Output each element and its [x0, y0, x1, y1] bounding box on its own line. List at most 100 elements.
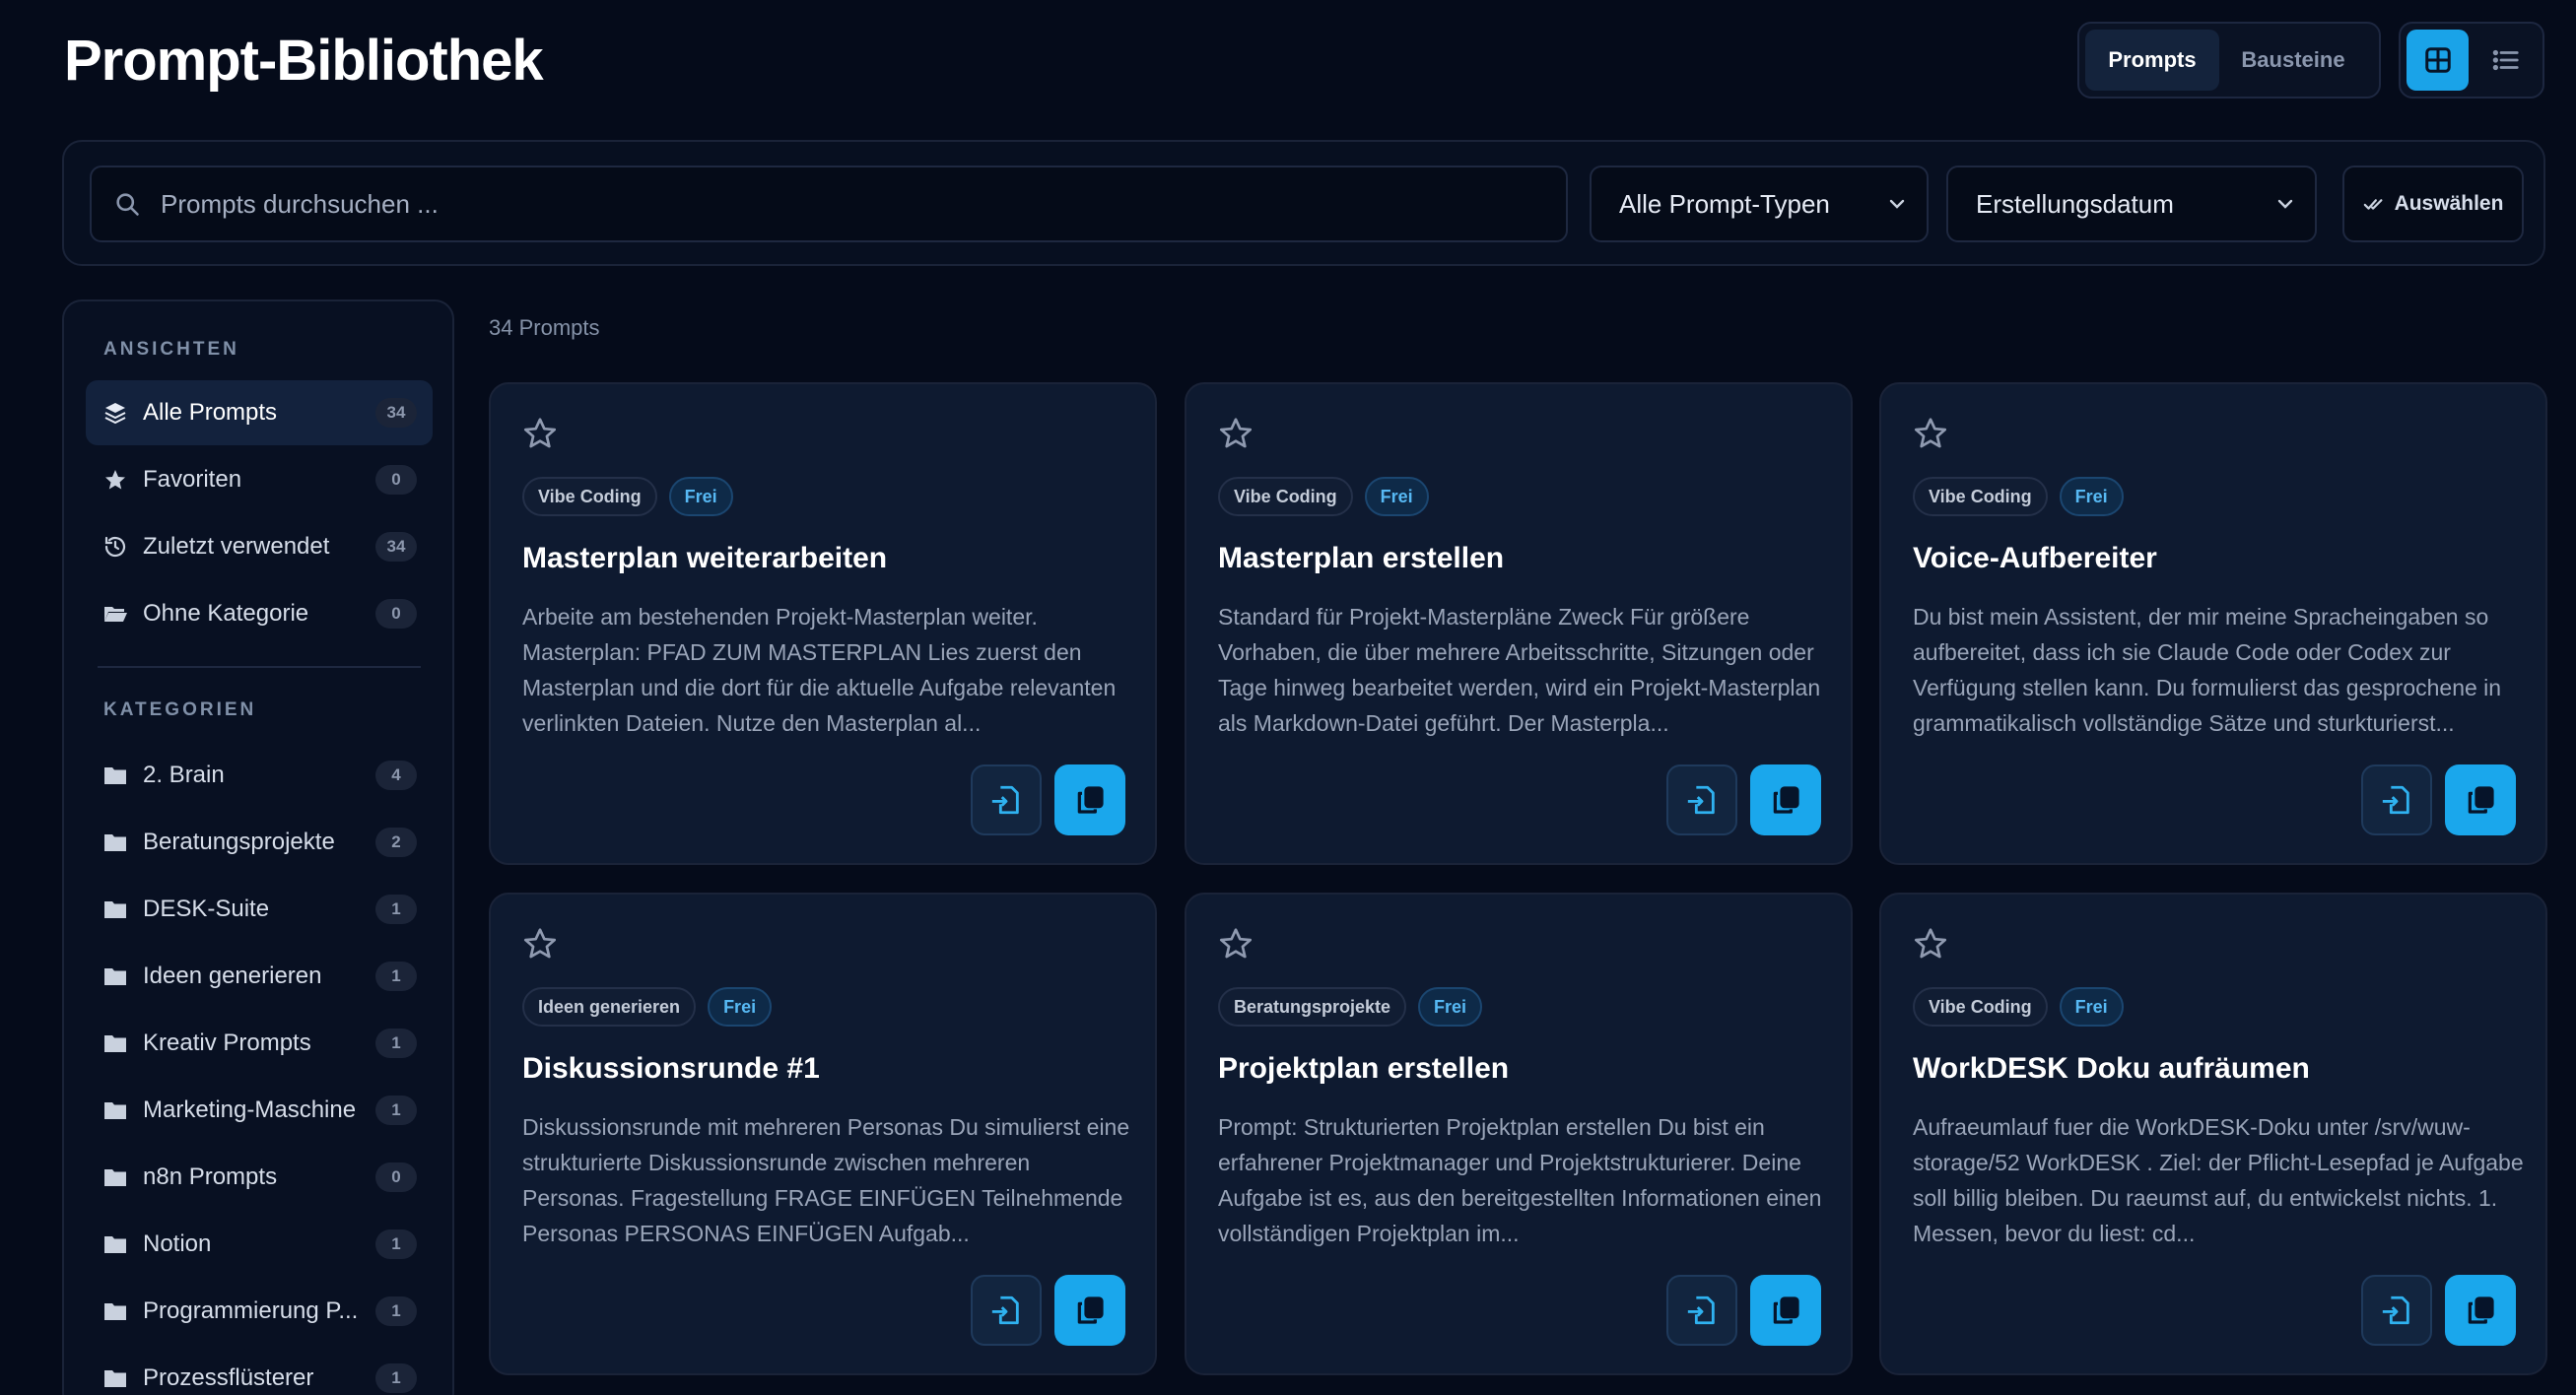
sidebar-item-favoriten[interactable]: Favoriten 0	[86, 447, 433, 512]
history-icon	[102, 533, 129, 561]
count-badge: 2	[375, 828, 417, 857]
folder-icon	[102, 963, 129, 990]
star-outline-icon[interactable]	[522, 416, 558, 451]
sidebar-divider	[98, 666, 421, 668]
search-input[interactable]	[161, 174, 1566, 233]
star-outline-icon[interactable]	[1218, 926, 1254, 962]
star-outline-icon[interactable]	[1218, 416, 1254, 451]
card-title: Masterplan weiterarbeiten	[522, 542, 888, 574]
insert-button[interactable]	[2361, 764, 2432, 835]
sidebar-item-label: Prozessflüsterer	[143, 1364, 314, 1391]
sidebar-item-label: Kreativ Prompts	[143, 1030, 311, 1056]
layers-icon	[102, 399, 129, 427]
sidebar-item-label: Programmierung P...	[143, 1297, 359, 1324]
sidebar-category-item[interactable]: 2. Brain 4	[86, 743, 433, 808]
count-badge: 1	[375, 1363, 417, 1393]
chevron-down-icon	[1889, 199, 1905, 209]
sidebar-item-label: n8n Prompts	[143, 1163, 278, 1190]
copy-icon	[1077, 786, 1104, 814]
star-outline-icon[interactable]	[1913, 926, 1948, 962]
sidebar-category-item[interactable]: DESK-Suite 1	[86, 877, 433, 942]
sort-select[interactable]: Erstellungsdatum	[1946, 166, 2317, 242]
folder-icon	[102, 1230, 129, 1258]
copy-button[interactable]	[1054, 1275, 1125, 1346]
sidebar-item-label: Marketing-Maschine	[143, 1096, 357, 1123]
file-import-icon	[991, 1295, 1019, 1325]
insert-button[interactable]	[971, 1275, 1042, 1346]
sidebar-category-item[interactable]: Notion 1	[86, 1212, 433, 1277]
insert-button[interactable]	[1666, 764, 1737, 835]
count-badge: 1	[375, 1029, 417, 1058]
tier-tag: Frei	[1364, 477, 1429, 516]
mode-tab-bausteine[interactable]: Bausteine	[2219, 30, 2367, 91]
copy-button[interactable]	[2445, 764, 2516, 835]
sidebar-item-label: Notion	[143, 1230, 212, 1257]
select-mode-button[interactable]: Auswählen	[2342, 166, 2524, 242]
count-badge: 4	[375, 761, 417, 790]
copy-button[interactable]	[1750, 764, 1821, 835]
sidebar-category-item[interactable]: Kreativ Prompts 1	[86, 1011, 433, 1076]
tier-tag: Frei	[668, 477, 733, 516]
prompt-count: 34 Prompts	[489, 315, 600, 340]
folder-icon	[102, 1030, 129, 1057]
sidebar-item-label: DESK-Suite	[143, 896, 270, 922]
prompt-card[interactable]: Vibe Coding Frei Masterplan weiterarbeit…	[489, 382, 1157, 865]
sidebar-category-item[interactable]: Beratungsprojekte 2	[86, 810, 433, 875]
sidebar-category-item[interactable]: Ideen generieren 1	[86, 944, 433, 1009]
sidebar-category-item[interactable]: Prozessflüsterer 1	[86, 1346, 433, 1395]
tag-row: Vibe Coding Frei	[522, 477, 733, 516]
copy-icon	[1077, 1296, 1104, 1324]
sidebar-item-ohne-kategorie[interactable]: Ohne Kategorie 0	[86, 581, 433, 646]
prompt-card[interactable]: Ideen generieren Frei Diskussionsrunde #…	[489, 893, 1157, 1375]
count-badge: 0	[375, 599, 417, 629]
copy-button[interactable]	[2445, 1275, 2516, 1346]
category-tag: Vibe Coding	[1218, 477, 1353, 516]
sidebar-category-item[interactable]: Marketing-Maschine 1	[86, 1078, 433, 1143]
sidebar-category-item[interactable]: n8n Prompts 0	[86, 1145, 433, 1210]
page-title: Prompt-Bibliothek	[64, 29, 544, 93]
mode-tab-prompts[interactable]: Prompts	[2085, 30, 2219, 91]
categories-heading: KATEGORIEN	[103, 699, 257, 720]
insert-button[interactable]	[971, 764, 1042, 835]
prompt-card[interactable]: Vibe Coding Frei Voice-Aufbereiter Du bi…	[1879, 382, 2547, 865]
sidebar-item-label: Alle Prompts	[143, 399, 278, 426]
views-heading: ANSICHTEN	[103, 339, 239, 360]
prompt-card[interactable]: Beratungsprojekte Frei Projektplan erste…	[1185, 893, 1853, 1375]
copy-icon	[1773, 786, 1799, 814]
count-badge: 1	[375, 895, 417, 924]
star-outline-icon[interactable]	[1913, 416, 1948, 451]
prompt-card[interactable]: Vibe Coding Frei Masterplan erstellen St…	[1185, 382, 1853, 865]
file-import-icon	[991, 785, 1019, 815]
grid-view-button[interactable]	[2407, 30, 2469, 91]
tier-tag: Frei	[2059, 987, 2124, 1027]
card-description: Arbeite am bestehenden Projekt-Masterpla…	[522, 604, 1117, 736]
tag-row: Ideen generieren Frei	[522, 987, 773, 1027]
list-view-button[interactable]	[2474, 30, 2537, 91]
count-badge: 0	[375, 465, 417, 495]
prompt-type-value: Alle Prompt-Typen	[1619, 188, 1830, 219]
card-title: Diskussionsrunde #1	[522, 1052, 820, 1085]
sidebar-item-zuletzt-verwendet[interactable]: Zuletzt verwendet 34	[86, 514, 433, 579]
insert-button[interactable]	[2361, 1275, 2432, 1346]
category-tag: Beratungsprojekte	[1218, 987, 1407, 1027]
app-root: Prompt-Bibliothek Prompts Bausteine Alle…	[0, 0, 2576, 1395]
tag-row: Vibe Coding Frei	[1218, 477, 1429, 516]
star-outline-icon[interactable]	[522, 926, 558, 962]
sidebar-category-item[interactable]: Programmierung P... 1	[86, 1279, 433, 1344]
copy-button[interactable]	[1750, 1275, 1821, 1346]
sidebar: ANSICHTEN Alle Prompts 34 Favoriten 0 Zu…	[62, 299, 454, 1395]
copy-button[interactable]	[1054, 764, 1125, 835]
view-switch	[2399, 22, 2544, 99]
category-tag: Vibe Coding	[1913, 987, 2048, 1027]
category-tag: Vibe Coding	[522, 477, 657, 516]
sidebar-item-label: 2. Brain	[143, 762, 225, 788]
card-title: Masterplan erstellen	[1218, 542, 1505, 574]
insert-button[interactable]	[1666, 1275, 1737, 1346]
sidebar-item-label: Ideen generieren	[143, 963, 322, 989]
copy-icon	[2468, 1296, 2494, 1324]
prompt-card[interactable]: Vibe Coding Frei WorkDESK Doku aufräumen…	[1879, 893, 2547, 1375]
prompt-type-select[interactable]: Alle Prompt-Typen	[1590, 166, 1929, 242]
sidebar-item-all-prompts[interactable]: Alle Prompts 34	[86, 380, 433, 445]
file-import-icon	[1687, 1295, 1715, 1325]
card-description: Prompt: Strukturierten Projektplan erste…	[1218, 1114, 1822, 1246]
